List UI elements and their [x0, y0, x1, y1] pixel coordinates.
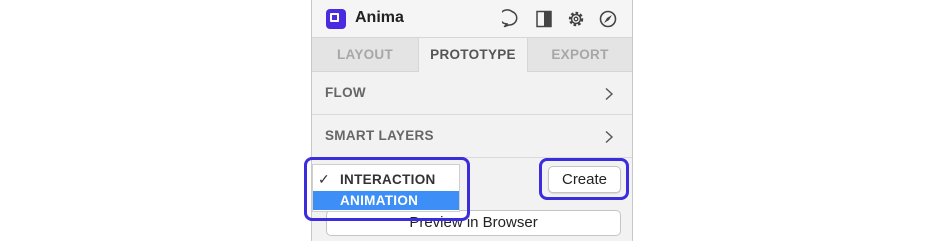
gear-icon[interactable] [566, 9, 586, 29]
section-smart-layers-label: SMART LAYERS [325, 128, 434, 143]
tab-export[interactable]: EXPORT [526, 38, 632, 71]
create-button-highlight-annotation [539, 158, 629, 200]
panel-icon[interactable] [534, 9, 554, 29]
tab-layout[interactable]: LAYOUT [312, 38, 418, 71]
chevron-right-icon [605, 130, 614, 144]
tab-prototype[interactable]: PROTOTYPE [418, 38, 528, 72]
anima-logo-icon [326, 9, 346, 29]
compass-icon[interactable] [598, 9, 618, 29]
section-smart-layers[interactable]: SMART LAYERS [312, 115, 632, 158]
panel-header: Anima [312, 0, 632, 37]
app-title: Anima [355, 9, 404, 26]
chat-icon[interactable] [502, 9, 522, 29]
dropdown-highlight-annotation [304, 157, 470, 221]
section-flow[interactable]: FLOW [312, 72, 632, 115]
tab-bar: LAYOUT PROTOTYPE EXPORT [312, 37, 632, 72]
chevron-right-icon [605, 87, 614, 101]
section-flow-label: FLOW [325, 85, 366, 100]
